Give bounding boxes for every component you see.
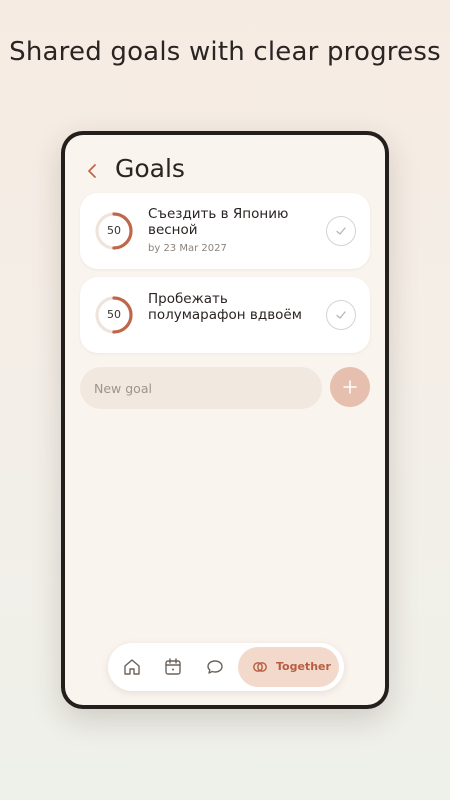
home-icon[interactable] — [120, 655, 144, 679]
tab-together[interactable]: Together — [238, 647, 339, 687]
check-icon — [336, 227, 346, 235]
goal-title: Съездить в Японию весной — [148, 206, 289, 238]
progress-ring: 50 — [94, 295, 134, 335]
new-goal-input[interactable] — [80, 367, 322, 409]
goal-title: Пробежать полумарафон вдвоём — [148, 291, 302, 323]
progress-value: 50 — [107, 224, 121, 237]
together-icon — [253, 662, 267, 672]
progress-value: 50 — [107, 308, 121, 321]
add-goal-button[interactable] — [330, 367, 370, 407]
plus-icon — [343, 380, 357, 394]
app-screen: Goals 50 Съездить в Японию весной by 23 … — [65, 135, 385, 705]
goal-card[interactable]: 50 Пробежать полумарафон вдвоём — [80, 277, 370, 353]
complete-check-button[interactable] — [326, 216, 356, 246]
progress-ring: 50 — [94, 211, 134, 251]
check-icon — [336, 311, 346, 319]
complete-check-button[interactable] — [326, 300, 356, 330]
goal-card[interactable]: 50 Съездить в Японию весной by 23 Mar 20… — [80, 193, 370, 269]
headline: Shared goals with clear progress — [9, 37, 441, 67]
goal-text: Пробежать полумарафон вдвоём — [148, 291, 318, 323]
top-bar: Goals — [65, 151, 385, 191]
new-goal-row — [80, 367, 370, 409]
goal-due-date: by 23 Mar 2027 — [148, 243, 227, 254]
tab-together-label: Together — [276, 660, 331, 673]
chat-icon[interactable] — [203, 655, 227, 679]
phone-frame: Goals 50 Съездить в Японию весной by 23 … — [61, 131, 389, 709]
goal-text: Съездить в Японию весной by 23 Mar 2027 — [148, 206, 318, 257]
bottom-tab-bar: Together — [108, 643, 344, 691]
chevron-left-icon[interactable] — [83, 159, 103, 183]
page-title: Goals — [115, 154, 185, 183]
calendar-icon[interactable] — [161, 655, 185, 679]
